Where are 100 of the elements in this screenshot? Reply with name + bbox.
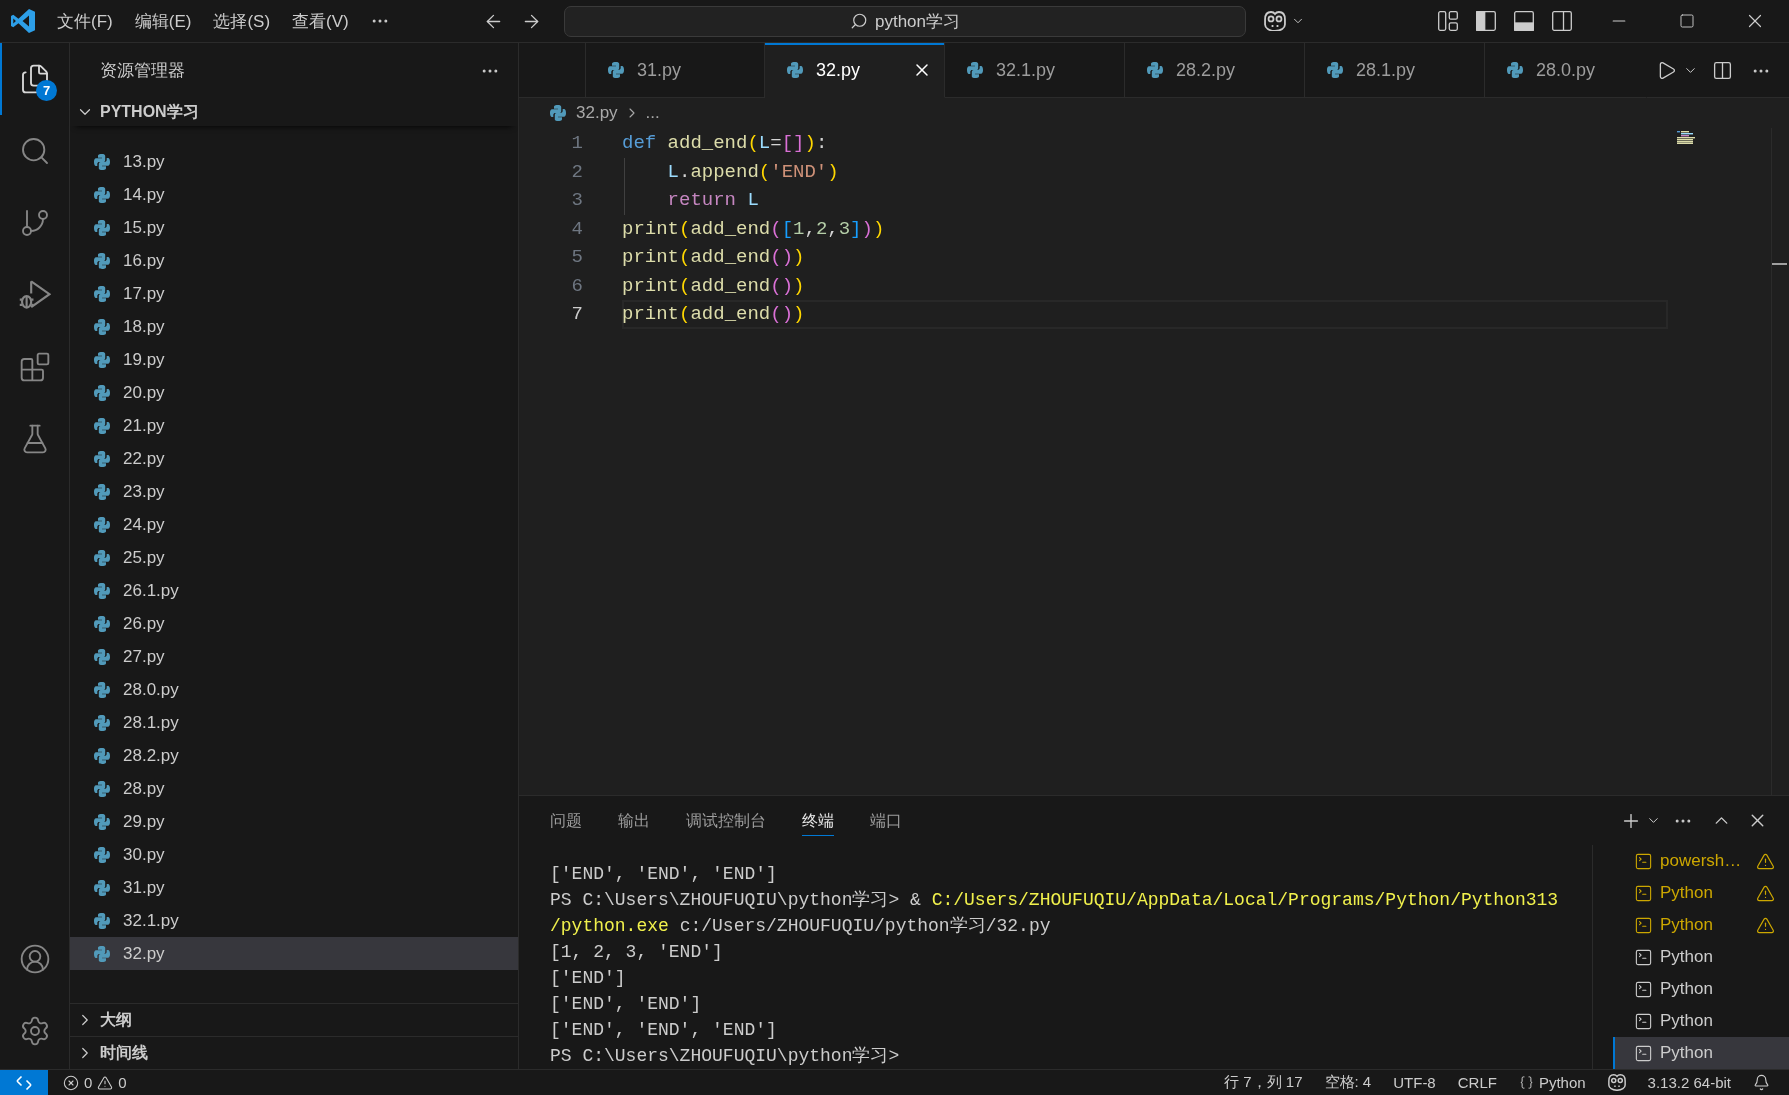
file-item[interactable]: 18.py — [70, 310, 518, 343]
warning-icon — [1756, 883, 1775, 903]
panel-tab[interactable]: 调试控制台 — [686, 805, 766, 836]
breadcrumb-item[interactable]: 32.py — [576, 103, 618, 123]
file-item[interactable]: 26.py — [70, 607, 518, 640]
split-editor-icon[interactable] — [1711, 60, 1733, 81]
status-item[interactable]: 空格: 4 — [1313, 1070, 1383, 1095]
status-item[interactable]: CRLF — [1446, 1070, 1508, 1095]
menu-item[interactable]: 编辑(E) — [123, 6, 203, 36]
section-header[interactable]: 大纲 — [70, 1003, 518, 1036]
maximize-icon[interactable] — [1679, 13, 1695, 29]
line-number: 4 — [570, 216, 583, 242]
terminal-icon — [1634, 883, 1653, 903]
file-item[interactable]: 24.py — [70, 508, 518, 541]
file-item[interactable]: 16.py — [70, 244, 518, 277]
terminal-item[interactable]: Python — [1613, 1037, 1789, 1069]
code-line: def add_end(L=[]): — [622, 131, 828, 156]
file-item[interactable]: 25.py — [70, 541, 518, 574]
robot-icon[interactable] — [1264, 10, 1286, 32]
bottom-panel-icon[interactable] — [1514, 11, 1534, 31]
file-item[interactable]: 15.py — [70, 211, 518, 244]
file-item[interactable]: 17.py — [70, 277, 518, 310]
terminal-icon — [1634, 1043, 1653, 1063]
status-item[interactable]: UTF-8 — [1382, 1070, 1447, 1095]
file-item[interactable]: 14.py — [70, 178, 518, 211]
file-item[interactable]: 28.0.py — [70, 673, 518, 706]
search-icon — [849, 12, 868, 30]
file-item[interactable]: 28.1.py — [70, 706, 518, 739]
terminal-item[interactable]: Python — [1613, 877, 1789, 909]
file-item[interactable]: 21.py — [70, 409, 518, 442]
code-line: print(add_end([1,2,3])) — [622, 216, 885, 242]
count-badge: 7 — [36, 80, 57, 101]
file-item[interactable]: 22.py — [70, 442, 518, 475]
line-number: 1 — [570, 131, 583, 156]
language-button[interactable]: Python — [1507, 1070, 1597, 1095]
editor-tab[interactable]: 31.py — [585, 43, 765, 98]
terminal-item[interactable]: powersh… — [1613, 845, 1789, 877]
terminal-line: ['END', 'END', 'END'] — [550, 863, 777, 886]
python-file-icon — [94, 351, 110, 368]
python-file-icon — [94, 912, 110, 929]
panel-tab[interactable]: 端口 — [870, 805, 902, 836]
file-item[interactable]: 32.1.py — [70, 904, 518, 937]
file-item[interactable]: 32.py — [70, 937, 518, 970]
warning-icon — [1756, 851, 1775, 871]
layout-icon[interactable] — [1438, 11, 1458, 31]
python-file-icon — [1327, 62, 1343, 78]
user-icon — [18, 943, 51, 975]
code-line: print(add_end()) — [622, 273, 805, 299]
file-item[interactable]: 29.py — [70, 805, 518, 838]
angle-brackets-icon[interactable] — [16, 1074, 32, 1091]
file-item[interactable]: 27.py — [70, 640, 518, 673]
panel-tab[interactable]: 输出 — [618, 805, 650, 836]
file-item[interactable]: 13.py — [70, 145, 518, 178]
file-item[interactable]: 19.py — [70, 343, 518, 376]
menu-item[interactable]: 选择(S) — [202, 6, 282, 36]
folder-header[interactable]: PYTHON学习 — [70, 98, 518, 126]
status-item[interactable]: 3.13.2 64-bit — [1636, 1070, 1742, 1095]
right-panel-icon[interactable] — [1552, 11, 1572, 31]
status-item[interactable]: 行 7，列 17 — [1213, 1070, 1314, 1095]
menu-item[interactable]: 文件(F) — [46, 6, 124, 36]
terminal-line: /python.exe c:/Users/ZHOUFUQIU/python学习/32.py — [550, 915, 1051, 938]
terminal-line: PS C:\Users\ZHOUFUQIU\python学习> — [550, 1045, 900, 1068]
breadcrumb-item[interactable]: ... — [645, 103, 660, 123]
python-file-icon — [94, 615, 110, 632]
robot-icon[interactable] — [1607, 1073, 1626, 1092]
python-file-icon — [94, 450, 110, 467]
terminal-item[interactable]: Python — [1613, 973, 1789, 1005]
line-number: 6 — [570, 273, 583, 299]
terminal-item[interactable]: Python — [1613, 909, 1789, 941]
python-file-icon — [94, 252, 110, 269]
play-bug-icon — [18, 279, 51, 311]
python-file-icon — [967, 62, 983, 78]
line-number: 5 — [570, 245, 583, 270]
python-file-icon — [94, 582, 110, 599]
file-item[interactable]: 28.py — [70, 772, 518, 805]
terminal-icon — [1634, 1011, 1653, 1031]
panel-tab[interactable]: 终端 — [802, 805, 834, 836]
problems-button[interactable]: 0 0 — [52, 1070, 138, 1095]
file-item[interactable]: 28.2.py — [70, 739, 518, 772]
file-item[interactable]: 23.py — [70, 475, 518, 508]
editor-tab[interactable]: 32.py — [765, 43, 945, 98]
terminal-item[interactable]: Python — [1613, 1005, 1789, 1037]
bell-icon[interactable] — [1753, 1074, 1770, 1091]
left-panel-icon[interactable] — [1476, 11, 1496, 31]
python-file-icon — [550, 105, 566, 121]
python-file-icon — [94, 714, 110, 731]
terminal-item[interactable]: Python — [1613, 941, 1789, 973]
panel-tab[interactable]: 问题 — [550, 805, 582, 836]
file-item[interactable]: 26.1.py — [70, 574, 518, 607]
python-file-icon — [94, 879, 110, 896]
file-item[interactable]: 20.py — [70, 376, 518, 409]
file-item[interactable]: 31.py — [70, 871, 518, 904]
command-center[interactable]: python学习 — [564, 5, 1246, 37]
file-item[interactable]: 30.py — [70, 838, 518, 871]
terminal-line: [1, 2, 3, 'END'] — [550, 941, 723, 964]
menu-item[interactable]: 查看(V) — [281, 6, 360, 36]
error-icon — [63, 1074, 79, 1091]
python-file-icon — [94, 186, 110, 203]
terminal-icon — [1634, 851, 1653, 871]
python-file-icon — [94, 846, 110, 863]
